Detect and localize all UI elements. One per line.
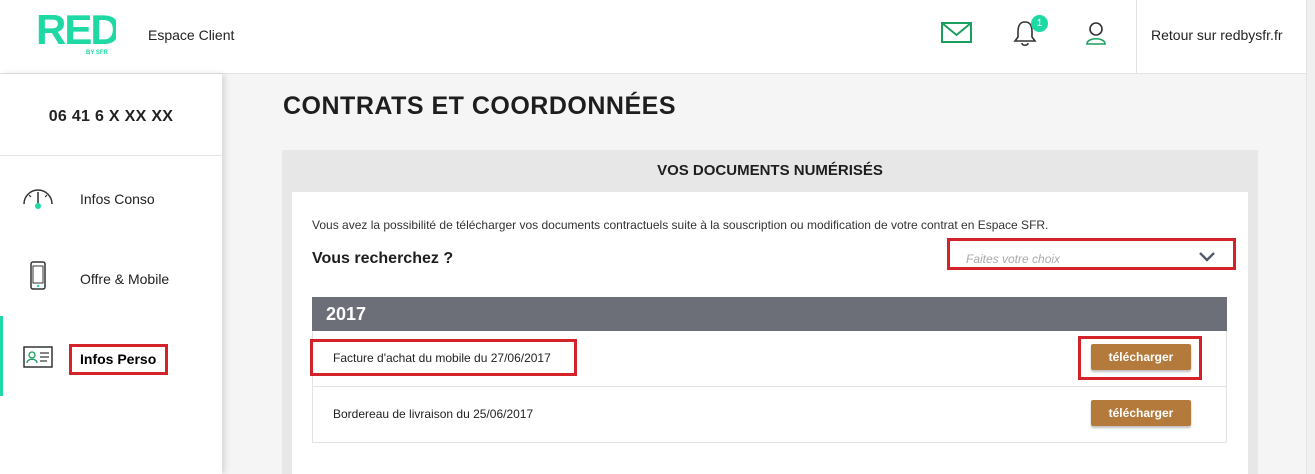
sidebar-item-label: Infos Conso xyxy=(80,191,155,207)
svg-text:RED: RED xyxy=(36,10,116,53)
highlight-box xyxy=(947,238,1236,270)
sidebar-item-infos-conso[interactable]: Infos Conso xyxy=(0,168,222,228)
search-label: Vous recherchez ? xyxy=(312,250,454,267)
mobile-phone-icon xyxy=(20,261,56,291)
document-row: Bordereau de livraison du 25/06/2017 tél… xyxy=(312,387,1227,443)
header-divider xyxy=(1136,0,1137,74)
sidebar-item-offre-mobile[interactable]: Offre & Mobile xyxy=(0,248,222,308)
espace-client-label: Espace Client xyxy=(148,27,235,43)
document-name: Bordereau de livraison du 25/06/2017 xyxy=(333,407,534,421)
red-by-sfr-logo[interactable]: RED BY SFR xyxy=(36,6,121,58)
download-button[interactable]: télécharger xyxy=(1091,400,1191,426)
id-card-icon xyxy=(20,342,56,372)
documents-card: VOS DOCUMENTS NUMÉRISÉS Vous avez la pos… xyxy=(282,150,1258,474)
intro-text: Vous avez la possibilité de télécharger … xyxy=(312,218,1049,232)
user-account-icon[interactable] xyxy=(1080,16,1114,50)
top-bar: RED BY SFR Espace Client 1 Retour sur re… xyxy=(0,0,1315,74)
sidebar-item-label: Offre & Mobile xyxy=(80,271,170,287)
highlight-box xyxy=(69,344,168,375)
svg-text:BY SFR: BY SFR xyxy=(86,50,109,56)
scrollbar[interactable] xyxy=(1306,0,1315,474)
sidebar-divider xyxy=(0,155,222,156)
notification-badge: 1 xyxy=(1031,15,1048,32)
year-header: 2017 xyxy=(312,297,1227,331)
gauge-icon xyxy=(20,182,56,212)
page-title: CONTRATS ET COORDONNÉES xyxy=(283,92,676,120)
card-body: Vous avez la possibilité de télécharger … xyxy=(292,192,1248,474)
mail-icon[interactable] xyxy=(940,16,974,50)
card-title: VOS DOCUMENTS NUMÉRISÉS xyxy=(657,162,883,179)
retour-redbysfr-link[interactable]: Retour sur redbysfr.fr xyxy=(1151,27,1283,43)
sidebar: 06 41 6 X XX XX Infos Conso Offre & Mobi… xyxy=(0,74,222,474)
highlight-box xyxy=(1078,336,1202,380)
phone-number: 06 41 6 X XX XX xyxy=(48,108,174,125)
highlight-box xyxy=(310,339,577,376)
